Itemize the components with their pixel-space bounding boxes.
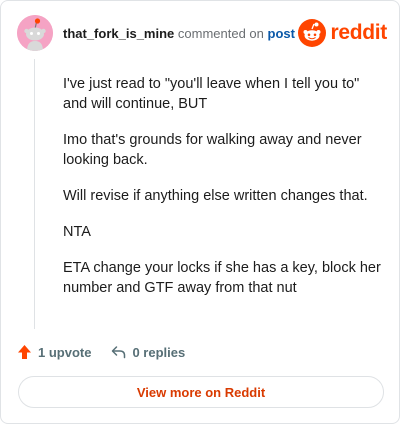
- thread-line: [34, 59, 35, 329]
- comment-actions: 1 upvote 0 replies: [17, 341, 185, 363]
- comment-action-text: commented on: [177, 26, 264, 41]
- replies-button[interactable]: 0 replies: [111, 345, 185, 360]
- snoo-avatar-icon: [17, 15, 53, 51]
- reddit-logo-icon: [298, 19, 327, 47]
- embedded-comment-card: that_fork_is_mine commented on post redd…: [0, 0, 400, 424]
- post-link[interactable]: post: [268, 26, 295, 41]
- comment-paragraph: NTA: [63, 224, 91, 240]
- reddit-brand[interactable]: reddit: [298, 19, 387, 47]
- reddit-wordmark: reddit: [330, 21, 387, 44]
- comment-paragraph: Imo that's grounds for walking away and …: [63, 132, 362, 168]
- reply-arrow-icon: [112, 346, 126, 359]
- comment-paragraph: ETA change your locks if she has a key, …: [63, 260, 381, 296]
- comment-meta: that_fork_is_mine commented on post: [63, 26, 295, 42]
- view-more-button[interactable]: View more on Reddit: [18, 376, 384, 408]
- upvote-count: 1 upvote: [38, 344, 92, 360]
- comment-body: I've just read to "you'll leave when I t…: [63, 74, 383, 314]
- user-avatar[interactable]: [17, 15, 53, 51]
- comment-paragraph: Will revise if anything else written cha…: [63, 188, 368, 204]
- upvote-button[interactable]: 1 upvote: [17, 344, 91, 360]
- comment-paragraph: I've just read to "you'll leave when I t…: [63, 76, 360, 112]
- comment-header: that_fork_is_mine commented on post redd…: [17, 15, 387, 51]
- upvote-arrow-icon: [18, 345, 31, 359]
- username-link[interactable]: that_fork_is_mine: [63, 26, 174, 41]
- replies-count: 0 replies: [132, 344, 186, 360]
